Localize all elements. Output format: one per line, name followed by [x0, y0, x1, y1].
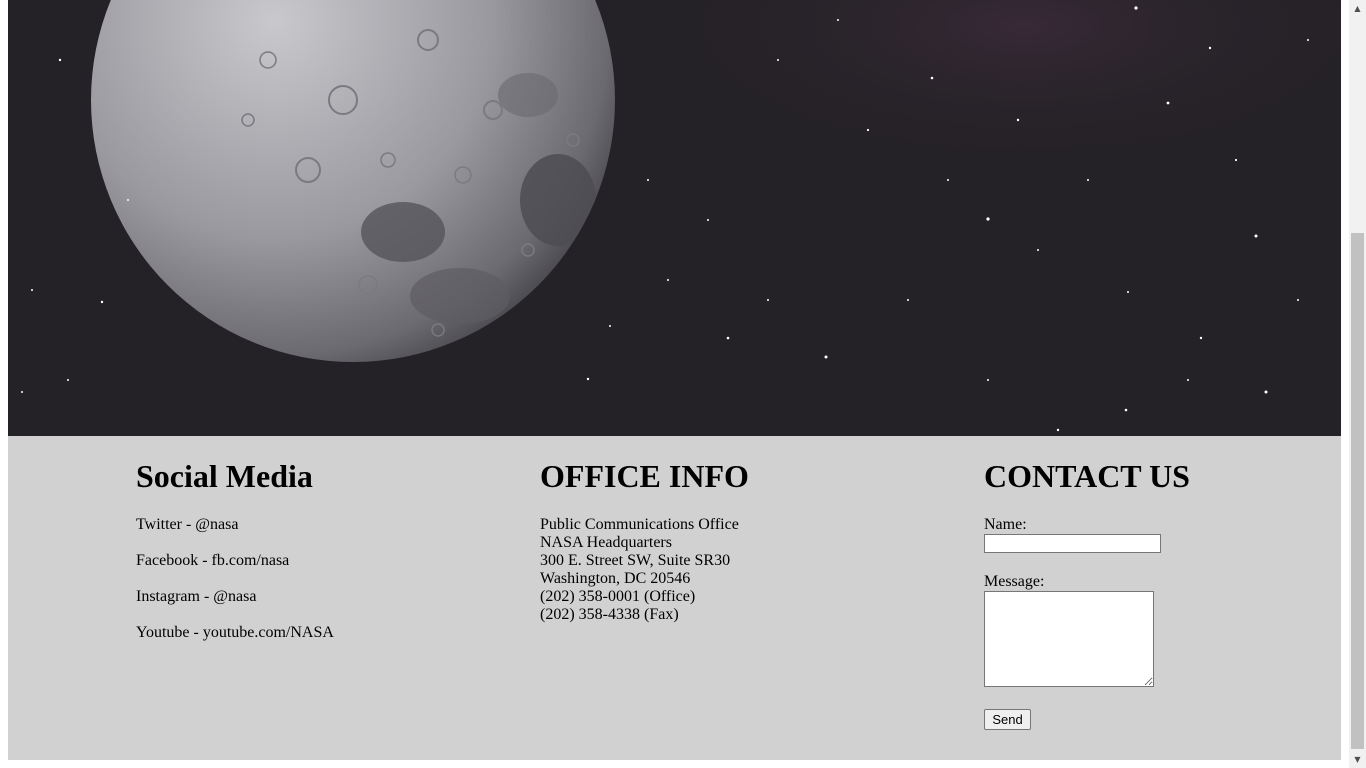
office-line: (202) 358-4338 (Fax) [540, 606, 679, 623]
contact-us-heading: CONTACT US [984, 458, 1190, 494]
up-arrow-icon[interactable]: ▲ [1349, 0, 1366, 17]
office-address: Public Communications Office NASA Headqu… [540, 516, 739, 624]
office-info-heading: OFFICE INFO [540, 458, 749, 494]
message-textarea[interactable] [984, 591, 1154, 687]
send-button[interactable]: Send [984, 709, 1031, 730]
office-line: Washington, DC 20546 [540, 570, 691, 587]
name-input[interactable] [984, 534, 1161, 553]
social-item-youtube: Youtube - youtube.com/NASA [136, 624, 334, 641]
down-arrow-icon[interactable]: ▼ [1349, 751, 1366, 768]
footer: Social Media Twitter - @nasa Facebook - … [8, 436, 1341, 760]
name-label: Name: [984, 516, 1027, 533]
scrollbar-thumb[interactable] [1351, 233, 1364, 749]
office-line: (202) 358-0001 (Office) [540, 588, 696, 605]
office-line: NASA Headquarters [540, 534, 672, 551]
message-label: Message: [984, 573, 1045, 590]
social-item-facebook: Facebook - fb.com/nasa [136, 552, 290, 569]
moon-hero-svg [8, 0, 1341, 436]
moon-hero-image [8, 0, 1341, 436]
office-line: Public Communications Office [540, 516, 739, 533]
social-item-twitter: Twitter - @nasa [136, 516, 239, 533]
social-item-instagram: Instagram - @nasa [136, 588, 257, 605]
vertical-scrollbar[interactable]: ▲ ▼ [1349, 0, 1366, 768]
office-line: 300 E. Street SW, Suite SR30 [540, 552, 731, 569]
social-media-heading: Social Media [136, 458, 313, 494]
page: Social Media Twitter - @nasa Facebook - … [8, 0, 1341, 760]
